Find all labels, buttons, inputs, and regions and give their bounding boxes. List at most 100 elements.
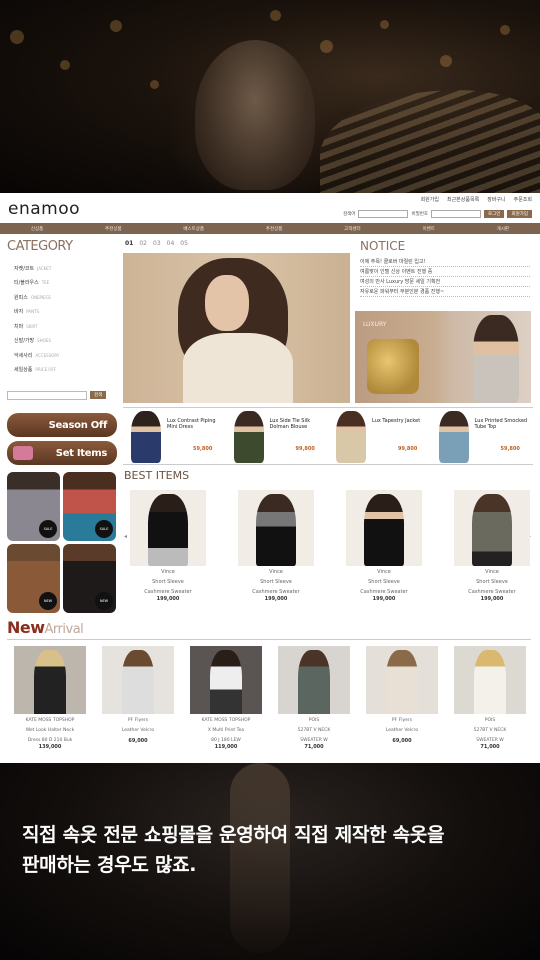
best-item-price: 199,000: [480, 596, 504, 602]
new-item-figure: [122, 650, 154, 714]
new-item-line1: PF Flyers: [127, 718, 149, 723]
hero-pager: 01 02 03 04 05: [125, 240, 188, 247]
pager-item[interactable]: 03: [153, 240, 161, 247]
bokeh-light: [500, 25, 510, 35]
best-item-price: 199,000: [156, 596, 180, 602]
category-search-input[interactable]: [7, 391, 87, 400]
category-item[interactable]: 바지 PANTS: [14, 305, 114, 320]
strip-item[interactable]: Lux Tapestry Jacket 99,800: [328, 408, 431, 464]
luxury-banner[interactable]: LUXURY: [355, 311, 531, 403]
new-item-price: 69,000: [128, 738, 148, 744]
top-link-join[interactable]: 회원가입: [421, 196, 439, 203]
bokeh-light: [60, 60, 70, 70]
new-item[interactable]: POIS 527BT V NECK SWEATER W 71,000: [274, 646, 354, 750]
category-item[interactable]: 신발/가방 SHOES: [14, 334, 114, 349]
category-item[interactable]: 자켓/코트 JACKET: [14, 261, 114, 276]
best-prev-icon[interactable]: ◂: [124, 533, 127, 540]
new-item-figure: [34, 650, 66, 714]
category-item[interactable]: 악세사리 ACCESSORY: [14, 348, 114, 363]
new-arrival-title-bold: New: [7, 618, 45, 637]
feather-wing-shape: [320, 90, 540, 193]
category-label: 신발/가방: [14, 338, 35, 345]
category-title: CATEGORY: [7, 239, 73, 254]
top-link-recent[interactable]: 최근본상품목록: [447, 196, 479, 203]
best-item-price: 199,000: [264, 596, 288, 602]
category-item[interactable]: 세일상품 PRICE OFF: [14, 363, 114, 378]
password-input[interactable]: [431, 210, 482, 218]
pager-item[interactable]: 02: [139, 240, 147, 247]
pager-item[interactable]: 01: [125, 240, 133, 247]
bokeh-light: [320, 40, 333, 53]
nav-item[interactable]: 추천상품: [105, 226, 122, 232]
nav-item[interactable]: 추천상품: [266, 226, 283, 232]
strip-item[interactable]: Lux Side Tie Silk Dolman Blouse 99,800: [226, 408, 329, 464]
category-label: 원피스: [14, 294, 28, 301]
set-items-button[interactable]: Set Items: [7, 441, 117, 465]
season-off-button[interactable]: Season Off: [7, 413, 117, 437]
top-link-order[interactable]: 주문조회: [514, 196, 532, 203]
new-item-price: 71,000: [480, 744, 500, 750]
notice-list: 이에 주목! 클로버 마릴린 입고! 여름맞이 인텔 신상 이벤트 진행 중 여…: [360, 257, 530, 297]
strip-item-image: [336, 411, 366, 463]
top-link-cart[interactable]: 장바구니: [487, 196, 505, 203]
thumb-badge: NEW: [39, 592, 57, 610]
promo-thumb[interactable]: SALE: [63, 472, 116, 541]
new-item[interactable]: KATE MOSS TOPSHOP X Multi Print Tea 80 J…: [186, 646, 266, 750]
notice-item[interactable]: 이에 주목! 클로버 마릴린 입고!: [360, 257, 530, 267]
new-item[interactable]: PF Flyers Leather Velcro 69,000: [362, 646, 442, 750]
hero-banner[interactable]: [123, 253, 350, 403]
bokeh-light: [110, 20, 122, 32]
new-item-line2: Leather Velcro: [121, 728, 155, 733]
strip-item[interactable]: Lux Printed Smocked Tube Top 59,800: [431, 408, 534, 464]
site-logo[interactable]: enamoo: [8, 199, 80, 219]
best-item[interactable]: Vince Short Sleeve Cashmere Sweater 199,…: [130, 490, 206, 602]
login-row: 검색어 비밀번호 로그인 회원가입: [343, 210, 532, 218]
new-arrival-row: KATE MOSS TOPSHOP Wet Look Halter Neck D…: [10, 646, 530, 750]
nav-item[interactable]: 베스트상품: [183, 226, 204, 232]
new-item-figure: [210, 650, 242, 714]
pager-item[interactable]: 04: [167, 240, 175, 247]
best-item-image: [454, 490, 530, 566]
category-item[interactable]: 원피스 ONEPIECE: [14, 290, 114, 305]
new-item-image: [278, 646, 350, 714]
category-list: 자켓/코트 JACKET 티/블라우스 TEE 원피스 ONEPIECE 바지 PANT…: [14, 261, 114, 377]
nav-item[interactable]: 이벤트: [422, 226, 434, 232]
strip-item[interactable]: Lux Contrast Piping Mini Dress 59,800: [123, 408, 226, 464]
category-search-button[interactable]: 검색: [90, 391, 107, 399]
hero-model-face: [205, 275, 249, 331]
nav-item[interactable]: 신상품: [31, 226, 43, 232]
pager-item[interactable]: 05: [180, 240, 188, 247]
new-item-line2: Wet Look Halter Neck: [25, 728, 75, 733]
new-item-figure: [474, 650, 506, 714]
nav-item[interactable]: 고객센터: [344, 226, 361, 232]
shopping-mall-page: enamoo 회원가입 최근본상품목록 장바구니 주문조회 검색어 비밀번호 로…: [0, 193, 540, 763]
best-item-line1: Vince: [161, 569, 175, 575]
notice-item[interactable]: 여성의 만사 Luxury 방문 세일 기획전: [360, 277, 530, 287]
set-items-label: Set Items: [55, 447, 108, 459]
new-item-price: 71,000: [304, 744, 324, 750]
new-item[interactable]: POIS 527BT V NECK SWEATER W 71,000: [450, 646, 530, 750]
category-item[interactable]: 티/블라우스 TEE: [14, 276, 114, 291]
new-item[interactable]: KATE MOSS TOPSHOP Wet Look Halter Neck D…: [10, 646, 90, 750]
new-item-price: 139,000: [38, 744, 62, 750]
category-sub: SKIRT: [26, 323, 38, 329]
best-item[interactable]: Vince Short Sleeve Cashmere Sweater 199,…: [238, 490, 314, 602]
hero-model-dress: [183, 333, 293, 403]
promo-thumb[interactable]: NEW: [63, 544, 116, 613]
new-arrival-title: NewArrival: [7, 618, 84, 637]
notice-item[interactable]: 여름맞이 인텔 신상 이벤트 진행 중: [360, 267, 530, 277]
new-item-line1: POIS: [308, 718, 320, 723]
category-item[interactable]: 치마 SKIRT: [14, 319, 114, 334]
notice-item[interactable]: 자유로운 파워부터 부분인분 경품 진행~: [360, 287, 530, 297]
new-item[interactable]: PF Flyers Leather Velcro 69,000: [98, 646, 178, 750]
new-arrival-divider: [7, 639, 531, 640]
best-item[interactable]: Vince Short Sleeve Cashmere Sweater 199,…: [454, 490, 530, 602]
promo-thumb[interactable]: SALE: [7, 472, 60, 541]
id-input[interactable]: [358, 210, 409, 218]
login-button[interactable]: 로그인: [484, 210, 505, 218]
promo-thumb[interactable]: NEW: [7, 544, 60, 613]
join-button[interactable]: 회원가입: [507, 210, 532, 218]
best-item[interactable]: Vince Short Sleeve Cashmere Sweater 199,…: [346, 490, 422, 602]
nav-item[interactable]: 게시판: [497, 226, 509, 232]
category-sub: JACKET: [37, 265, 52, 271]
